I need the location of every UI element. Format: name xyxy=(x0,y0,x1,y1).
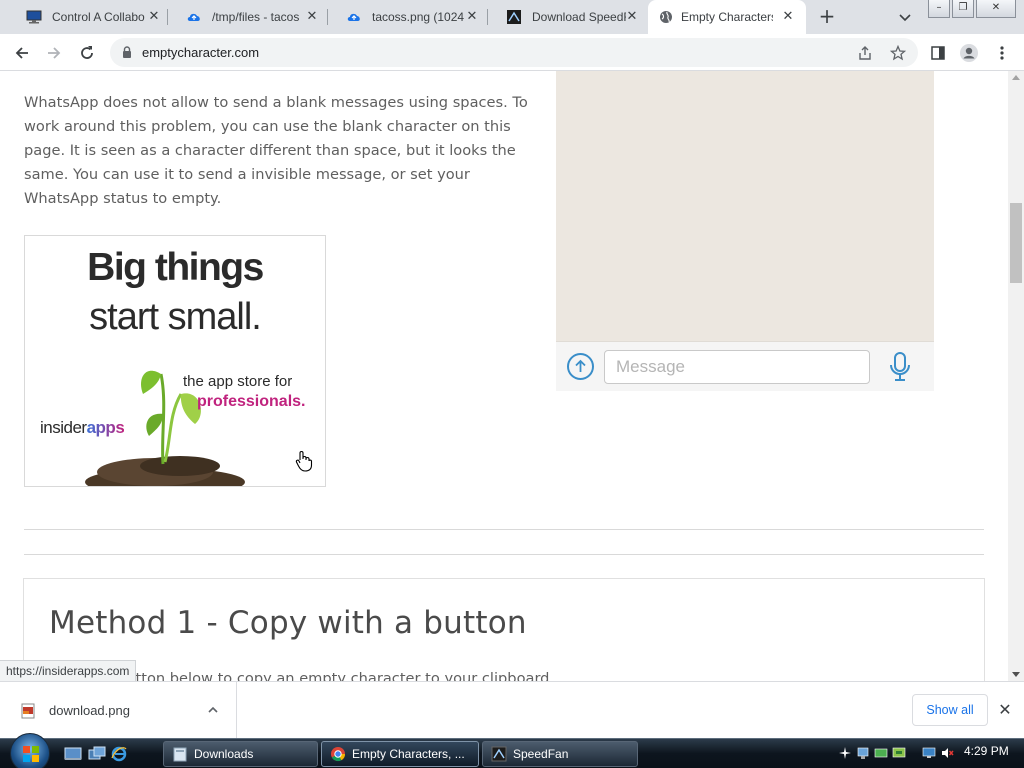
microphone-icon[interactable] xyxy=(888,351,912,383)
windows-taskbar: Downloads Empty Characters, ... SpeedFan xyxy=(0,733,1024,768)
sprout-image xyxy=(85,370,245,486)
divider xyxy=(24,529,984,530)
brand-suffix: apps xyxy=(86,418,125,437)
profile-avatar-icon[interactable] xyxy=(958,42,980,64)
start-orb-icon[interactable] xyxy=(10,733,50,768)
whatsapp-compose-bar: Message xyxy=(556,341,934,391)
method-1-card: Method 1 - Copy with a button Click the … xyxy=(23,578,985,681)
taskbar-downloads[interactable]: Downloads xyxy=(163,741,318,767)
link-status-bubble: https://insiderapps.com xyxy=(0,660,137,681)
tab-close-icon[interactable]: ✕ xyxy=(464,9,480,25)
minimize-button[interactable]: – xyxy=(928,0,950,18)
tab-download-speedfan[interactable]: Download SpeedF ✕ xyxy=(488,0,648,34)
page-scrollbar[interactable] xyxy=(1008,71,1024,681)
lock-icon[interactable] xyxy=(120,45,134,59)
upload-arrow-icon[interactable] xyxy=(567,353,594,380)
tab-close-icon[interactable]: ✕ xyxy=(304,9,320,25)
display-tray-icon[interactable] xyxy=(922,746,936,760)
new-tab-button[interactable]: + xyxy=(816,6,838,28)
message-input[interactable]: Message xyxy=(604,350,870,384)
bookmark-star-icon[interactable] xyxy=(889,44,907,62)
png-file-icon xyxy=(20,703,36,719)
tab-control-a-collabo[interactable]: Control A Collabo ✕ xyxy=(8,0,168,34)
scrollbar-thumb[interactable] xyxy=(1010,203,1022,283)
taskbar-chrome[interactable]: Empty Characters, ... xyxy=(321,741,479,767)
intro-paragraph: WhatsApp does not allow to send a blank … xyxy=(24,94,528,207)
system-clock[interactable]: 4:29 PM xyxy=(964,744,1009,758)
divider xyxy=(24,554,984,555)
menu-kebab-icon[interactable] xyxy=(991,42,1013,64)
internet-explorer-icon[interactable] xyxy=(110,746,128,762)
show-desktop-icon[interactable] xyxy=(64,746,82,762)
method-1-heading: Method 1 - Copy with a button xyxy=(49,605,527,641)
close-shelf-icon[interactable]: ✕ xyxy=(996,701,1014,719)
url-text[interactable]: emptycharacter.com xyxy=(142,45,259,60)
ad-tagline: the app store for xyxy=(183,373,293,390)
back-arrow-icon[interactable] xyxy=(11,42,33,64)
tab-empty-characters[interactable]: Empty Characters ✕ xyxy=(648,0,806,34)
sync-tray-icon[interactable] xyxy=(874,746,888,760)
chevron-up-icon[interactable] xyxy=(204,701,222,719)
scroll-up-arrow-icon[interactable] xyxy=(1012,75,1020,80)
taskbar-speedfan[interactable]: SpeedFan xyxy=(482,741,638,767)
switch-windows-icon[interactable] xyxy=(88,746,106,762)
speedfan-icon xyxy=(506,10,522,24)
download-item[interactable]: download.png xyxy=(0,682,237,738)
taskbar-label: SpeedFan xyxy=(513,747,569,761)
scroll-down-arrow-icon[interactable] xyxy=(1012,672,1020,677)
page-viewport: WhatsApp does not allow to send a blank … xyxy=(0,71,1008,681)
ad-headline: Big things xyxy=(87,246,264,289)
speaker-muted-icon[interactable] xyxy=(940,746,954,760)
network-tray-icon[interactable] xyxy=(856,746,870,760)
whatsapp-chat-background xyxy=(556,71,934,341)
hand-cursor-icon xyxy=(295,451,313,472)
tab-tacoss-png[interactable]: tacoss.png (1024 ✕ xyxy=(328,0,488,34)
address-bar[interactable]: emptycharacter.com xyxy=(110,38,918,67)
chrome-icon xyxy=(330,746,346,762)
remote-desktop-icon xyxy=(26,10,42,24)
folder-icon xyxy=(172,746,188,762)
maximize-button[interactable]: ❐ xyxy=(952,0,974,18)
brand-prefix: insider xyxy=(40,418,87,437)
globe-icon xyxy=(658,10,674,24)
download-shelf: download.png Show all ✕ xyxy=(0,681,1024,738)
tab-close-icon[interactable]: ✕ xyxy=(624,9,640,25)
cloud-icon xyxy=(186,10,202,24)
reload-icon[interactable] xyxy=(76,42,98,64)
tab-title: Control A Collabo xyxy=(52,10,145,24)
tab-tmp-files[interactable]: /tmp/files - tacos ✕ xyxy=(168,0,328,34)
show-all-button[interactable]: Show all xyxy=(912,694,988,726)
tab-close-icon[interactable]: ✕ xyxy=(146,9,162,25)
tab-title: Empty Characters xyxy=(681,10,773,24)
cloud-icon xyxy=(346,10,362,24)
ad-tagline-emphasis: professionals. xyxy=(197,393,306,410)
speedfan-icon xyxy=(491,746,507,762)
share-icon[interactable] xyxy=(856,44,874,62)
tab-close-icon[interactable]: ✕ xyxy=(780,9,796,25)
tab-title: tacoss.png (1024 xyxy=(372,10,465,24)
tab-search-chevron-icon[interactable] xyxy=(896,8,914,26)
tab-title: Download SpeedF xyxy=(532,10,626,24)
tab-strip: Control A Collabo ✕ /tmp/files - tacos ✕… xyxy=(0,0,1024,34)
taskbar-label: Empty Characters, ... xyxy=(352,747,465,761)
forward-arrow-icon[interactable] xyxy=(43,42,65,64)
ad-subheadline: start small. xyxy=(89,296,262,338)
speedfan-tray-icon[interactable] xyxy=(838,746,852,760)
download-file-name[interactable]: download.png xyxy=(49,703,130,718)
monitor-tray-icon[interactable] xyxy=(892,746,906,760)
browser-toolbar: emptycharacter.com xyxy=(0,34,1024,71)
advertisement-banner[interactable]: Big things start small. the app store fo… xyxy=(24,235,326,487)
side-panel-icon[interactable] xyxy=(927,42,949,64)
taskbar-label: Downloads xyxy=(194,747,254,761)
window-close-button[interactable]: ✕ xyxy=(976,0,1016,18)
insiderapps-logo: insiderapps xyxy=(40,418,125,438)
tab-title: /tmp/files - tacos xyxy=(212,10,300,24)
